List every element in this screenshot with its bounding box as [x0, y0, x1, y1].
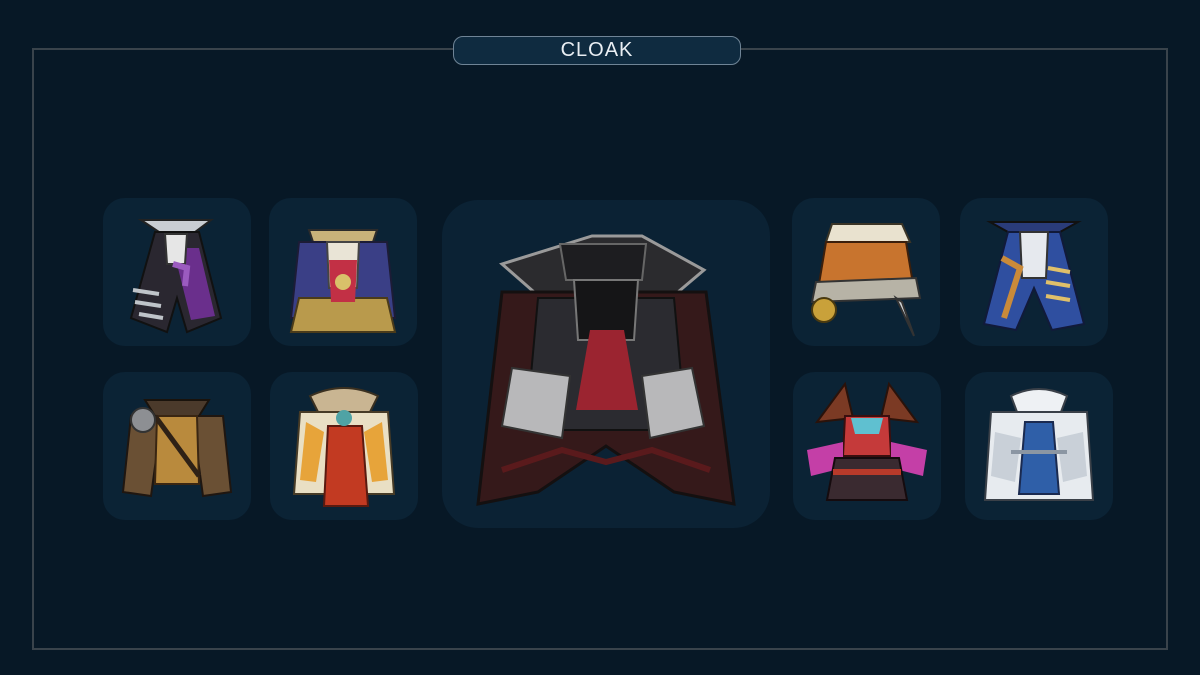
dark-armored-coat-icon [129, 219, 223, 334]
royal-caped-vestment-icon [289, 229, 397, 333]
item-slot-5[interactable] [792, 198, 940, 346]
wrapped-bandit-garb-icon [810, 223, 922, 337]
blue-pirate-coat-icon [982, 221, 1086, 332]
item-slot-4[interactable] [270, 372, 418, 520]
item-slot-8[interactable] [965, 372, 1113, 520]
bat-winged-outfit-icon [807, 381, 927, 501]
item-slot-3[interactable] [103, 372, 251, 520]
item-slot-7[interactable] [793, 372, 941, 520]
item-slot-2[interactable] [269, 198, 417, 346]
item-slot-1[interactable] [103, 198, 251, 346]
brown-leather-jacket-icon [121, 399, 233, 498]
white-hooded-robe-icon [983, 388, 1095, 501]
category-title: CLOAK [453, 36, 741, 65]
item-slot-6[interactable] [960, 198, 1108, 346]
hooded-red-robe-icon [292, 387, 396, 507]
black-highcollar-cloak-icon [476, 234, 736, 506]
featured-item-slot[interactable] [442, 200, 770, 528]
